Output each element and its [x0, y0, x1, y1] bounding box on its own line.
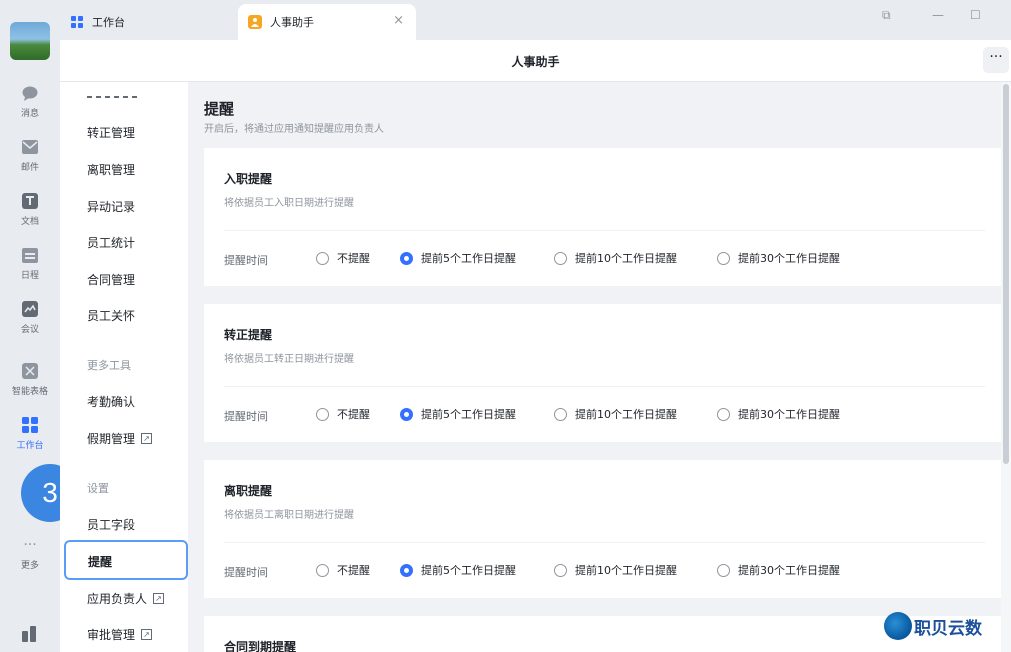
nav-item-approvals[interactable]: 审批管理 ↗	[87, 626, 153, 643]
nav-item-leave[interactable]: 假期管理 ↗	[87, 430, 153, 447]
radio-no-reminder[interactable]: 不提醒	[316, 250, 370, 266]
scrollbar[interactable]	[1001, 82, 1011, 652]
resignation-reminder-card: 离职提醒 将依据员工离职日期进行提醒 提醒时间 不提醒 提前5个工作日提醒 提前…	[204, 460, 1001, 598]
scrollbar-thumb[interactable]	[1003, 84, 1009, 464]
nav-item-app-owner[interactable]: 应用负责人 ↗	[87, 590, 165, 607]
watermark: 职贝云数	[884, 612, 982, 640]
workbench-icon	[21, 416, 39, 434]
radio-5-days[interactable]: 提前5个工作日提醒	[400, 250, 516, 266]
app-rail: 消息 邮件 文档 日程 会议 智能表格 工作台 ··· 更多	[0, 0, 60, 652]
user-avatar[interactable]	[10, 22, 50, 60]
rail-item-more[interactable]: ··· 更多	[0, 530, 60, 582]
onboarding-reminder-card: 入职提醒 将依据员工入职日期进行提醒 提醒时间 不提醒 提前5个工作日提醒 提前…	[204, 148, 1001, 286]
workbench-icon	[70, 15, 84, 29]
nav-item-regularization[interactable]: 转正管理	[87, 124, 135, 141]
rail-item-mail[interactable]: 邮件	[0, 132, 60, 184]
page-title: 提醒	[204, 100, 235, 118]
page-subtitle: 开启后，将通过应用通知提醒应用负责人	[204, 124, 384, 135]
more-button[interactable]: ···	[983, 47, 1009, 73]
radio-5-days[interactable]: 提前5个工作日提醒	[400, 406, 516, 422]
tab-hr-assistant[interactable]: 人事助手 ×	[238, 4, 416, 40]
rail-item-workbench[interactable]: 工作台	[0, 410, 60, 462]
contract-expiry-reminder-card: 合同到期提醒	[204, 616, 1001, 652]
calendar-icon	[21, 246, 39, 264]
stats-icon[interactable]	[20, 624, 40, 644]
nav-item-resignation[interactable]: 离职管理	[87, 161, 135, 178]
brand-logo-icon	[884, 612, 912, 640]
nav-item-transfer-records[interactable]: 异动记录	[87, 198, 135, 215]
restore-window-icon[interactable]: ⧉	[882, 8, 891, 23]
nav-item-contracts[interactable]: 合同管理	[87, 271, 135, 288]
nav-item-employee-stats[interactable]: 员工统计	[87, 234, 135, 251]
mail-icon	[21, 138, 39, 156]
radio-30-days[interactable]: 提前30个工作日提醒	[717, 562, 840, 578]
chat-icon	[21, 84, 39, 102]
main-content: 提醒 开启后，将通过应用通知提醒应用负责人 入职提醒 将依据员工入职日期进行提醒…	[188, 82, 1001, 652]
more-icon: ···	[23, 537, 37, 553]
nav-item-employee-care[interactable]: 员工关怀	[87, 307, 135, 324]
meeting-icon	[21, 300, 39, 318]
regularization-reminder-card: 转正提醒 将依据员工转正日期进行提醒 提醒时间 不提醒 提前5个工作日提醒 提前…	[204, 304, 1001, 442]
tab-bar: 工作台 人事助手 × ⧉ — ☐	[60, 0, 1011, 40]
radio-no-reminder[interactable]: 不提醒	[316, 406, 370, 422]
close-icon[interactable]: ×	[393, 13, 404, 28]
external-link-icon: ↗	[141, 433, 153, 444]
app-title: 人事助手	[511, 55, 560, 69]
radio-30-days[interactable]: 提前30个工作日提醒	[717, 406, 840, 422]
rail-item-docs[interactable]: 文档	[0, 186, 60, 238]
radio-no-reminder[interactable]: 不提醒	[316, 562, 370, 578]
hr-assistant-icon	[248, 15, 262, 29]
nav-group-more-tools: 更多工具	[87, 359, 131, 372]
external-link-icon: ↗	[153, 593, 165, 604]
nav-item-reminders[interactable]: 提醒	[64, 540, 188, 580]
clipped-nav-item	[87, 96, 139, 98]
rail-item-meeting[interactable]: 会议	[0, 294, 60, 346]
app-header: 人事助手 ···	[60, 40, 1011, 82]
radio-10-days[interactable]: 提前10个工作日提醒	[554, 250, 677, 266]
radio-30-days[interactable]: 提前30个工作日提醒	[717, 250, 840, 266]
smart-table-icon	[21, 362, 39, 380]
radio-10-days[interactable]: 提前10个工作日提醒	[554, 562, 677, 578]
nav-item-employee-fields[interactable]: 员工字段	[87, 516, 135, 533]
radio-10-days[interactable]: 提前10个工作日提醒	[554, 406, 677, 422]
maximize-icon[interactable]: ☐	[970, 8, 981, 22]
nav-item-attendance[interactable]: 考勤确认	[87, 393, 135, 410]
document-icon	[21, 192, 39, 210]
rail-item-smart-table[interactable]: 智能表格	[0, 356, 60, 408]
radio-5-days[interactable]: 提前5个工作日提醒	[400, 562, 516, 578]
rail-item-messages[interactable]: 消息	[0, 78, 60, 130]
minimize-icon[interactable]: —	[932, 8, 944, 22]
nav-group-settings: 设置	[87, 482, 109, 495]
tab-workbench[interactable]: 工作台	[68, 4, 238, 40]
rail-item-calendar[interactable]: 日程	[0, 240, 60, 292]
external-link-icon: ↗	[141, 629, 153, 640]
